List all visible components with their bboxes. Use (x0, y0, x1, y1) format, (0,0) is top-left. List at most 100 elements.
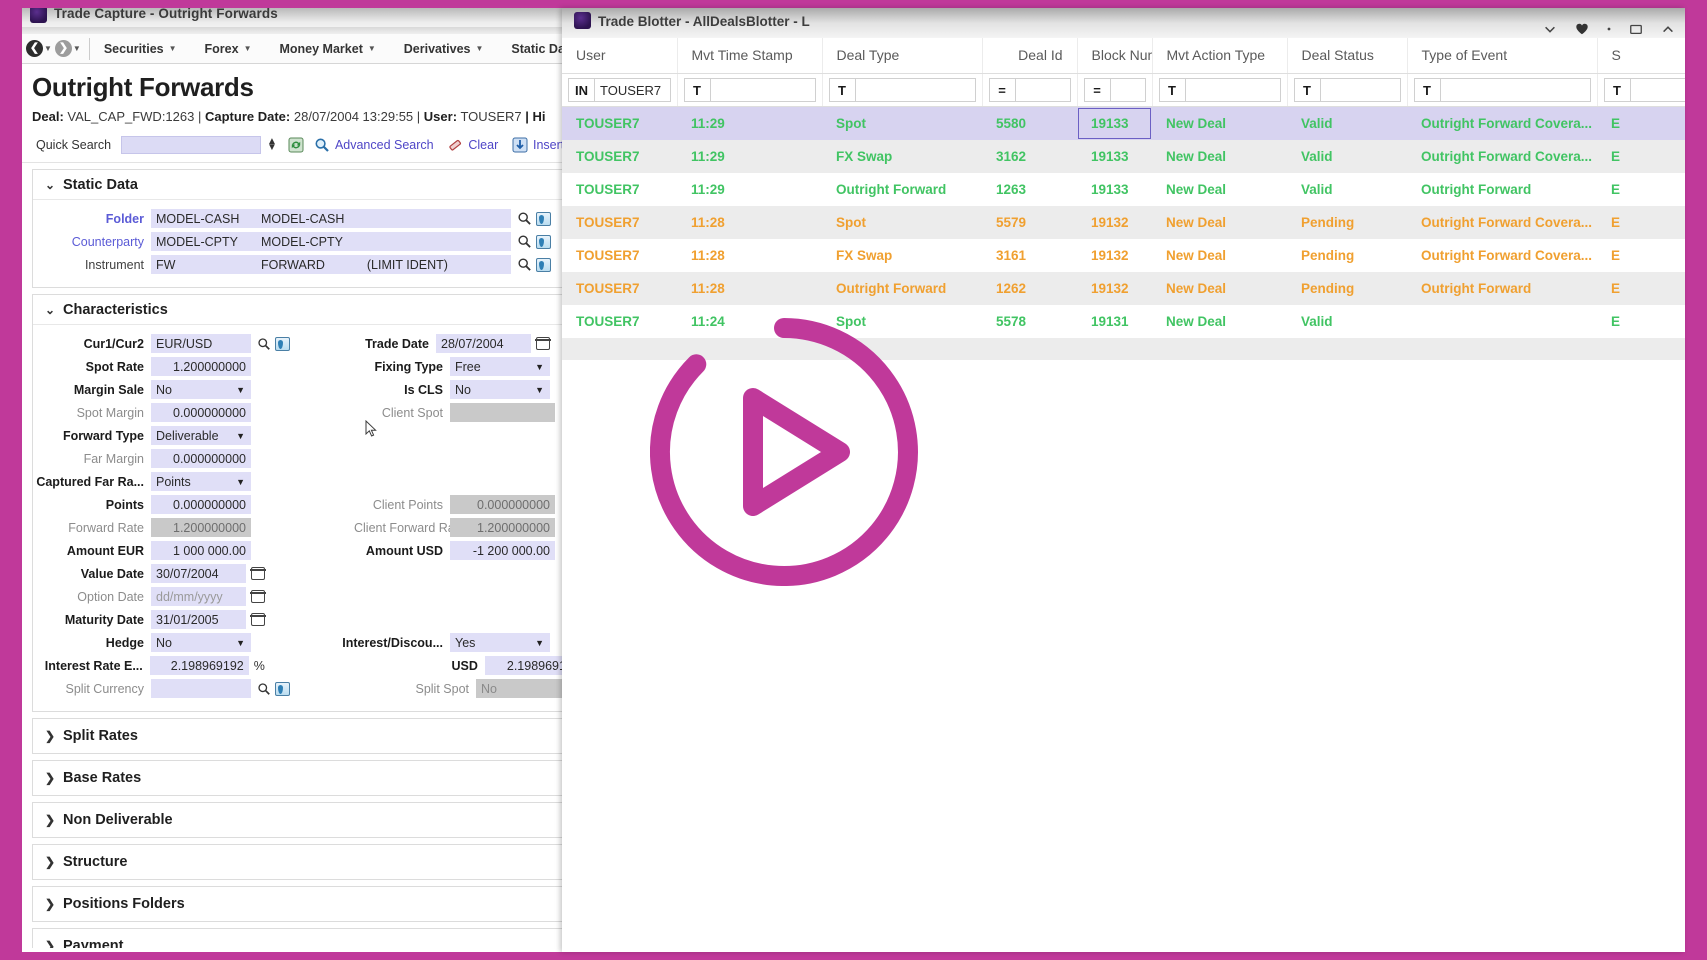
hedge-select[interactable]: No ▼ (151, 633, 251, 652)
column-header-deal-type[interactable]: Deal Type (822, 38, 983, 74)
filter-operator-mvt-action-type[interactable]: T (1158, 78, 1185, 102)
counterparty-desc-input[interactable]: MODEL-CPTY (256, 232, 511, 251)
counterparty-code-input[interactable]: MODEL-CPTY (151, 232, 256, 251)
minimize-icon[interactable] (1629, 22, 1643, 36)
nav-item-forex[interactable]: Forex ▼ (191, 42, 266, 56)
folder-desc-input[interactable]: MODEL-CASH (256, 209, 511, 228)
cell-block-number[interactable]: 19133 (1077, 106, 1152, 140)
filter-operator-mvt-time-stamp[interactable]: T (683, 78, 710, 102)
nav-item-derivatives[interactable]: Derivatives ▼ (390, 42, 498, 56)
heart-icon[interactable] (1575, 22, 1589, 36)
folder-search-icon[interactable] (517, 211, 532, 226)
section-header-split-rates[interactable]: ❯ Split Rates (33, 719, 601, 753)
option-date-input[interactable]: dd/mm/yyyy (151, 587, 246, 606)
filter-operator-block-number[interactable]: = (1083, 78, 1110, 102)
section-header-characteristics[interactable]: ⌄ Characteristics (33, 295, 601, 325)
section-non-deliverable[interactable]: ❯ Non Deliverable (32, 802, 602, 838)
split-currency-search-icon[interactable] (257, 682, 271, 696)
interest-rate-input[interactable]: 2.198969192 (149, 656, 249, 675)
clear-icon[interactable] (447, 137, 463, 153)
trade-capture-titlebar[interactable]: Trade Capture - Outright Forwards (22, 8, 612, 34)
advanced-search-icon[interactable] (314, 137, 330, 153)
table-row[interactable]: TOUSER7 11:28 Outright Forward 1262 1913… (562, 272, 1685, 305)
filter-operator-deal-status[interactable]: T (1293, 78, 1320, 102)
close-icon[interactable] (1661, 22, 1675, 36)
back-button[interactable]: ❮ ▼ (26, 40, 52, 57)
section-payment[interactable]: ❯ Payment (32, 928, 602, 948)
refresh-icon[interactable] (288, 137, 304, 153)
section-positions-folders[interactable]: ❯ Positions Folders (32, 886, 602, 922)
instrument-lookup-icon[interactable] (536, 257, 551, 272)
section-header-static-data[interactable]: ⌄ Static Data (33, 170, 601, 200)
column-header-block-number[interactable]: Block Number (1077, 38, 1153, 74)
maturity-date-input[interactable]: 31/01/2005 (151, 610, 246, 629)
filter-input-deal-type[interactable] (854, 78, 976, 102)
column-header-type-of-event[interactable]: Type of Event (1407, 38, 1598, 74)
interest-discount-select[interactable]: Yes ▼ (450, 633, 550, 652)
filter-input-block-number[interactable] (1109, 78, 1146, 102)
points-input[interactable]: 0.000000000 (151, 495, 251, 514)
filter-operator-deal-id[interactable]: = (988, 78, 1015, 102)
chevron-down-icon[interactable] (1543, 22, 1557, 36)
cur1cur2-search-icon[interactable] (257, 337, 271, 351)
section-header-structure[interactable]: ❯ Structure (33, 845, 601, 879)
spot-rate-input[interactable]: 1.200000000 (151, 357, 251, 376)
play-button-icon[interactable] (650, 318, 918, 586)
column-header-mvt-time-stamp[interactable]: Mvt Time Stamp (677, 38, 823, 74)
instrument-search-icon[interactable] (517, 257, 532, 272)
amount-usd-input[interactable]: -1 200 000.00 (450, 541, 555, 560)
margin-sale-select[interactable]: No ▼ (151, 380, 251, 399)
section-header-positions-folders[interactable]: ❯ Positions Folders (33, 887, 601, 921)
section-header-non-deliverable[interactable]: ❯ Non Deliverable (33, 803, 601, 837)
value-date-input[interactable]: 30/07/2004 (151, 564, 246, 583)
column-header-s[interactable]: S (1597, 38, 1685, 74)
forward-button[interactable]: ❯ ▼ (54, 40, 81, 57)
section-base-rates[interactable]: ❯ Base Rates (32, 760, 602, 796)
spot-margin-input[interactable]: 0.000000000 (151, 403, 251, 422)
filter-input-mvt-time-stamp[interactable] (709, 78, 816, 102)
filter-input-user[interactable]: TOUSER7 (594, 78, 671, 102)
table-row[interactable]: TOUSER7 11:28 Spot 5579 19132 New Deal P… (562, 206, 1685, 239)
nav-item-securities[interactable]: Securities ▼ (90, 42, 191, 56)
calendar-icon[interactable] (535, 337, 551, 350)
split-currency-lookup-icon[interactable] (275, 681, 290, 696)
insert-icon[interactable] (512, 137, 528, 153)
instrument-desc-input[interactable]: FORWARD (LIMIT IDENT) (256, 255, 511, 274)
insert-button[interactable]: Insert (533, 138, 564, 152)
filter-input-s[interactable] (1629, 78, 1685, 102)
more-options-icon[interactable] (1607, 22, 1611, 36)
instrument-code-input[interactable]: FW (151, 255, 256, 274)
filter-input-mvt-action-type[interactable] (1184, 78, 1281, 102)
advanced-search-button[interactable]: Advanced Search (335, 138, 434, 152)
column-header-mvt-action-type[interactable]: Mvt Action Type (1152, 38, 1288, 74)
section-structure[interactable]: ❯ Structure (32, 844, 602, 880)
column-header-user[interactable]: User (562, 38, 678, 74)
calendar-icon[interactable] (250, 567, 266, 580)
quick-search-stepper[interactable]: ▲ ▼ (267, 136, 277, 153)
calendar-icon[interactable] (250, 590, 266, 603)
counterparty-lookup-icon[interactable] (536, 234, 551, 249)
quick-search-input[interactable] (121, 136, 262, 154)
folder-lookup-icon[interactable] (536, 211, 551, 226)
captured-far-rate-select[interactable]: Points ▼ (151, 472, 251, 491)
counterparty-search-icon[interactable] (517, 234, 532, 249)
table-row[interactable]: TOUSER7 11:28 FX Swap 3161 19132 New Dea… (562, 239, 1685, 272)
amount-eur-input[interactable]: 1 000 000.00 (151, 541, 251, 560)
table-row[interactable]: TOUSER7 11:29 FX Swap 3162 19133 New Dea… (562, 140, 1685, 173)
trade-date-input[interactable]: 28/07/2004 (436, 334, 531, 353)
column-header-deal-status[interactable]: Deal Status (1287, 38, 1408, 74)
table-row[interactable]: TOUSER7 11:29 Spot 5580 19133 New Deal V… (562, 106, 1685, 140)
nav-item-money-market[interactable]: Money Market ▼ (266, 42, 390, 56)
filter-input-deal-status[interactable] (1319, 78, 1401, 102)
cur1cur2-lookup-icon[interactable] (275, 336, 290, 351)
filter-input-deal-id[interactable] (1014, 78, 1071, 102)
fixing-type-select[interactable]: Free ▼ (450, 357, 550, 376)
filter-operator-deal-type[interactable]: T (828, 78, 855, 102)
table-row[interactable]: TOUSER7 11:29 Outright Forward 1263 1913… (562, 173, 1685, 206)
far-margin-input[interactable]: 0.000000000 (151, 449, 251, 468)
forward-type-select[interactable]: Deliverable ▼ (151, 426, 251, 445)
column-header-deal-id[interactable]: Deal Id (982, 38, 1078, 74)
filter-operator-type-of-event[interactable]: T (1413, 78, 1440, 102)
filter-input-type-of-event[interactable] (1439, 78, 1591, 102)
section-split-rates[interactable]: ❯ Split Rates (32, 718, 602, 754)
